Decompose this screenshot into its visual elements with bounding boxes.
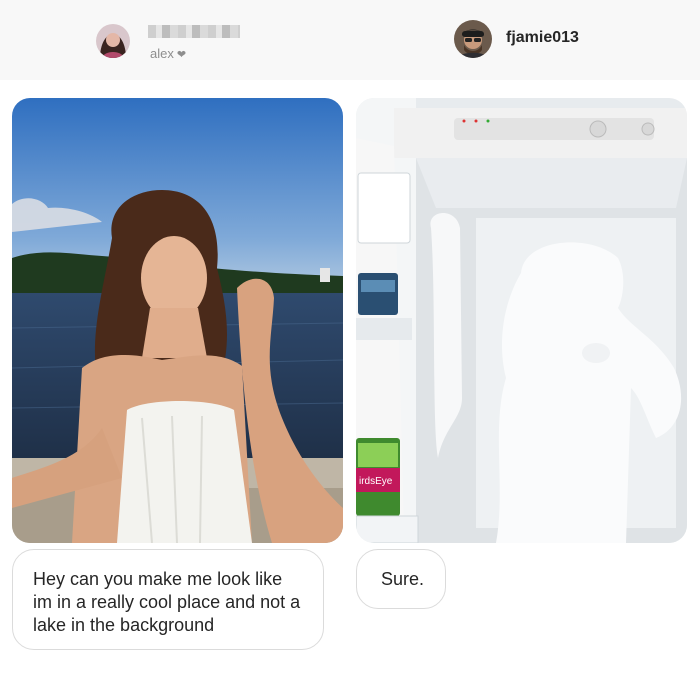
girl-by-lake-photo[interactable] (12, 98, 343, 543)
avatar-alex[interactable] (96, 24, 130, 58)
message-bubble-right[interactable]: Sure. (356, 549, 446, 609)
message-text-right: Sure. (381, 569, 425, 589)
username[interactable]: fjamie013 (506, 29, 579, 47)
avatar-fjamie013[interactable] (454, 20, 492, 58)
message-text-left: Hey can you make me look like im in a re… (33, 569, 301, 635)
package-label: irdsEye (359, 476, 393, 487)
heart-icon: ❤ (176, 49, 187, 61)
conversation-header: alex ❤ fjamie013 (0, 0, 700, 80)
open-freezer-photo[interactable]: irdsEye (356, 98, 687, 543)
left-user-label: alex ❤ (150, 46, 186, 61)
left-user-name: alex (150, 46, 174, 61)
message-bubble-left[interactable]: Hey can you make me look like im in a re… (12, 549, 324, 650)
blurred-username (148, 25, 240, 38)
